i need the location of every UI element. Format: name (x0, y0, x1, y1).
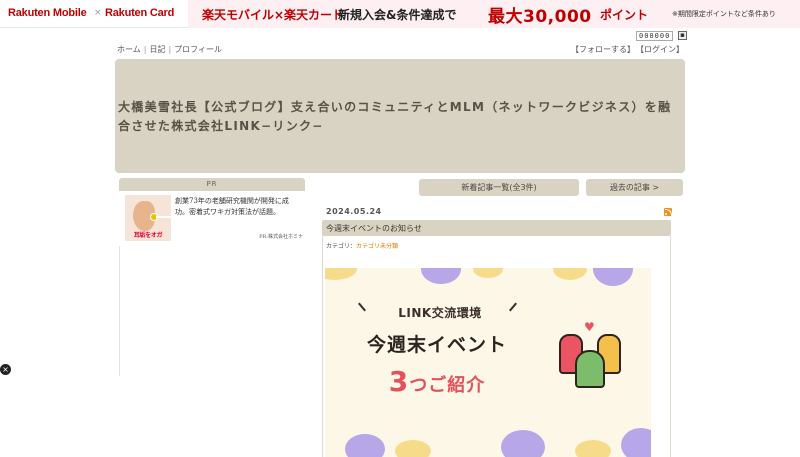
tag-dash-right (509, 302, 517, 312)
nav-separator: | (143, 45, 147, 54)
promo-ad[interactable]: 楽天モバイル×楽天カード 新規入会&条件達成で 最大30,000 ポイント ※期… (188, 0, 800, 28)
entry-title-bar: 今週末イベントのお知らせ (322, 220, 671, 236)
decor-blob (501, 430, 545, 457)
login-link[interactable]: 【ログイン】 (640, 45, 684, 54)
user-nav: 【フォローする】 【ログイン】 (566, 44, 684, 55)
decor-blob (345, 434, 385, 457)
decor-blob (395, 440, 431, 457)
sidebar-pr: PR 耳垢をオガ 創業73年の老舗研究機関が開発に成功。密着式ワキガ対策法が話題… (119, 178, 305, 246)
eyecatch-sub-text: つご紹介 (409, 375, 486, 396)
banner-times: × (94, 8, 102, 18)
blog-header: 大橋美雪社長【公式ブログ】支え合いのコミュニティとMLM（ネットワークビジネス）… (115, 59, 685, 173)
past-entries-button[interactable]: 過去の記事 > (586, 179, 683, 196)
heart-icon: ♥ (584, 320, 595, 334)
pr-ad-text[interactable]: 創業73年の老舗研究機関が開発に成功。密着式ワキガ対策法が話題。 (175, 196, 302, 218)
promo-suffix: ポイント (600, 8, 649, 22)
sidebar-divider (119, 246, 120, 376)
nav-home-link[interactable]: ホーム (117, 45, 141, 54)
promo-amount: 最大30,000 (488, 7, 592, 27)
eyecatch-number: 3 (388, 365, 410, 398)
entry-eyecatch-image[interactable]: LINK交流環境 今週末イベント 3つご紹介 ♥ (325, 268, 651, 457)
top-nav: ホーム | 日記 | プロフィール (117, 44, 222, 55)
nav-separator: | (168, 45, 172, 54)
pr-source: PR:株式会社ホミナ (259, 234, 303, 240)
rakuten-card-logo: Rakuten Card (105, 7, 175, 19)
decor-blob (553, 268, 587, 280)
entry-category: カテゴリ：カテゴリ未分類 (326, 241, 398, 250)
decor-blob (575, 440, 611, 457)
people-illustration: ♥ (551, 320, 631, 390)
pr-heading: PR (119, 178, 305, 191)
decor-blob (593, 268, 633, 286)
rss-icon[interactable] (664, 208, 672, 216)
entry-date: 2024.05.24 (326, 207, 382, 216)
promo-note: ※期間限定ポイントなど条件あり (672, 10, 776, 18)
eyecatch-tag: LINK交流環境 (398, 306, 482, 320)
pr-image-label: 耳垢をオガ (133, 232, 163, 239)
decor-blob (621, 428, 651, 457)
access-counter: 000000 (636, 31, 674, 41)
decor-blob (473, 268, 503, 278)
nav-diary-link[interactable]: 日記 (149, 45, 165, 54)
rakuten-mobile-logo: Rakuten Mobile (8, 7, 87, 19)
close-icon[interactable]: × (0, 364, 11, 375)
new-entries-button[interactable]: 新着記事一覧(全3件) (419, 179, 579, 196)
nav-profile-link[interactable]: プロフィール (174, 45, 222, 54)
decor-blob (421, 268, 461, 284)
follow-link[interactable]: 【フォローする】 (571, 45, 635, 54)
category-label: カテゴリ： (326, 243, 357, 250)
eyecatch-subtitle: 3つご紹介 (347, 365, 527, 398)
person-green (575, 350, 605, 388)
decor-blob (325, 268, 357, 280)
promo-banner[interactable]: Rakuten Mobile × Rakuten Card 楽天モバイル×楽天カ… (0, 0, 800, 28)
promo-mid: 新規入会&条件達成で (338, 8, 457, 22)
entry-title[interactable]: 今週末イベントのお知らせ (326, 223, 422, 234)
blog-title[interactable]: 大橋美雪社長【公式ブログ】支え合いのコミュニティとMLM（ネットワークビジネス）… (118, 98, 683, 136)
promo-prefix: 楽天モバイル×楽天カード (202, 8, 345, 22)
category-link[interactable]: カテゴリ未分類 (356, 243, 398, 250)
counter-icon[interactable]: ▪ (678, 31, 687, 40)
tag-dash-left (358, 302, 366, 312)
eyecatch-headline: 今週末イベント (366, 334, 507, 356)
pr-ad-image[interactable]: 耳垢をオガ (125, 195, 171, 241)
swab-illustration (156, 216, 171, 218)
